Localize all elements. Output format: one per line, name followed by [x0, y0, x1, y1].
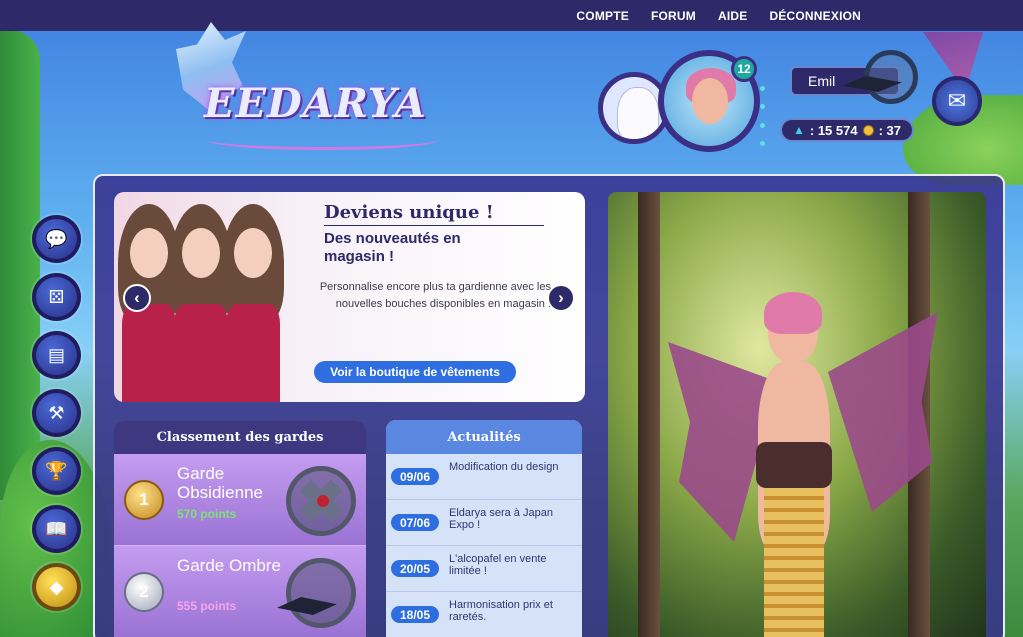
carousel-next-button[interactable]: ›	[547, 284, 575, 312]
mail-icon: ✉	[947, 88, 967, 113]
ranking-row[interactable]: 2 Garde Ombre 555 points	[114, 546, 366, 637]
dot	[760, 104, 765, 110]
chevron-right-icon: ›	[558, 288, 564, 307]
shop-icon: ▤	[47, 344, 65, 365]
diamond-icon: ◆	[49, 576, 64, 597]
premium-button[interactable]: ◆	[32, 563, 81, 611]
news-headline: Eldarya sera à Japan Expo !	[449, 507, 553, 531]
promo-text: Personnalise encore plus ta gardienne av…	[319, 281, 551, 310]
news-item[interactable]: 07/06 Eldarya sera à Japan Expo !	[386, 500, 582, 546]
news-item[interactable]: 20/05 L'alcopafel en vente limitée !	[386, 546, 582, 592]
news-headline: L'alcopafel en vente limitée !	[449, 553, 547, 577]
shop-button[interactable]: ▤	[32, 331, 81, 379]
news-date: 09/06	[391, 468, 439, 485]
coin-icon	[862, 124, 874, 136]
news-title: Actualités	[386, 420, 582, 454]
figure-face	[130, 228, 168, 278]
book-icon: 📖	[45, 518, 68, 539]
silver-medal-icon: 2	[124, 572, 164, 612]
coin-value: : 37	[878, 122, 901, 138]
mail-button[interactable]: ✉	[932, 76, 982, 126]
trophy-icon: 🏆	[45, 460, 68, 481]
dot	[760, 122, 765, 128]
promo-subtitle: Des nouveautés en magasin !	[324, 230, 461, 265]
tree-trunk	[638, 192, 660, 637]
side-menu: 💬 ⚄ ▤ ⚒ 🏆 📖 ◆	[32, 215, 82, 611]
carousel-prev-button[interactable]: ‹	[123, 284, 151, 312]
figure-face	[182, 228, 220, 278]
chat-button[interactable]: 💬	[32, 215, 81, 263]
news-headline: Modification du design	[449, 461, 559, 473]
games-button[interactable]: ⚄	[32, 273, 81, 321]
gold-medal-icon: 1	[124, 480, 164, 520]
cat-figure	[617, 87, 659, 139]
profile-area: 12 Emil ▲ : 15 574 : 37 ✉	[594, 44, 982, 154]
news-item[interactable]: 18/05 Harmonisation prix et raretés.	[386, 592, 582, 637]
dot	[760, 86, 765, 91]
top-nav: COMPTE FORUM AIDE DÉCONNEXION	[576, 0, 861, 31]
guard-emblem-ring	[864, 50, 918, 104]
currency-stats: ▲ : 15 574 : 37	[780, 118, 914, 142]
chat-icon: 💬	[45, 228, 68, 249]
logo-text: EEDARYA	[204, 80, 427, 127]
shadow-guard-emblem-icon	[277, 558, 356, 628]
news-panel: Actualités 09/06 Modification du design …	[386, 420, 582, 637]
promo-banner: Deviens unique ! Des nouveautés en magas…	[114, 192, 585, 402]
character-stockings	[764, 488, 824, 637]
character-shorts	[756, 442, 832, 488]
ranking-title: Classement des gardes	[114, 421, 366, 454]
news-date: 18/05	[391, 606, 439, 623]
news-headline: Harmonisation prix et raretés.	[449, 599, 553, 623]
emblem-gem	[317, 495, 329, 507]
book-button[interactable]: 📖	[32, 505, 81, 553]
experience-dots	[760, 86, 766, 146]
nav-forum-link[interactable]: FORUM	[651, 9, 696, 23]
figure-face	[234, 228, 272, 278]
guard-name: Garde Obsidienne	[177, 464, 264, 502]
guard-emblem-icon[interactable]	[842, 46, 926, 106]
emblem-bird	[277, 597, 337, 615]
nav-aide-link[interactable]: AIDE	[718, 9, 747, 23]
ranking-button[interactable]: 🏆	[32, 447, 81, 495]
maana-value: : 15 574	[809, 122, 858, 138]
nav-deconnexion-link[interactable]: DÉCONNEXION	[769, 9, 861, 23]
news-date: 20/05	[391, 560, 439, 577]
top-bar: COMPTE FORUM AIDE DÉCONNEXION	[0, 0, 1023, 31]
character-hair	[764, 292, 822, 334]
maana-icon: ▲	[793, 123, 805, 137]
character-scene[interactable]	[608, 192, 986, 637]
guardian-figure	[218, 204, 288, 402]
news-item[interactable]: 09/06 Modification du design	[386, 454, 582, 500]
auction-hammer-icon: ⚒	[48, 402, 65, 423]
guard-points: 570 points	[177, 507, 237, 521]
figure-dress	[226, 304, 280, 402]
level-badge: 12	[731, 56, 757, 82]
chevron-left-icon: ‹	[134, 288, 140, 307]
guard-ranking: Classement des gardes 1 Garde Obsidienne…	[114, 421, 366, 637]
logo-swoosh	[208, 130, 438, 150]
obsidian-guard-emblem-icon	[286, 466, 356, 536]
dot	[760, 140, 765, 146]
auction-button[interactable]: ⚒	[32, 389, 81, 437]
promo-title: Deviens unique !	[324, 202, 544, 226]
avatar-face	[692, 78, 728, 124]
guard-points: 555 points	[177, 599, 237, 613]
nav-compte-link[interactable]: COMPTE	[576, 9, 629, 23]
dice-icon: ⚄	[48, 286, 65, 307]
ranking-row[interactable]: 1 Garde Obsidienne 570 points	[114, 454, 366, 546]
site-logo[interactable]: EEDARYA	[168, 22, 498, 162]
clothing-shop-button[interactable]: Voir la boutique de vêtements	[314, 361, 516, 383]
news-date: 07/06	[391, 514, 439, 531]
guard-name: Garde Ombre	[177, 556, 281, 575]
